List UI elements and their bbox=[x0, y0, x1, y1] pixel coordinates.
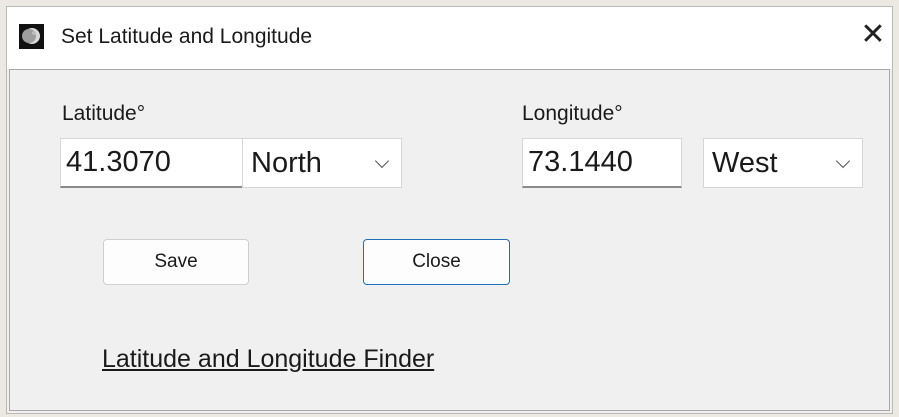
longitude-input[interactable] bbox=[522, 138, 682, 188]
dialog-body: Latitude° North Longitude° West Save Clo… bbox=[9, 69, 890, 411]
window-title: Set Latitude and Longitude bbox=[61, 25, 313, 48]
latitude-input[interactable] bbox=[60, 138, 244, 188]
latitude-hemisphere-value: North bbox=[251, 147, 322, 179]
close-button[interactable]: Close bbox=[363, 239, 510, 285]
moon-icon bbox=[19, 24, 44, 49]
dialog-window: Set Latitude and Longitude ✕ Latitude° N… bbox=[6, 6, 893, 414]
longitude-label: Longitude° bbox=[522, 102, 623, 125]
save-button[interactable]: Save bbox=[103, 239, 249, 285]
chevron-down-icon bbox=[374, 153, 390, 169]
chevron-down-icon bbox=[835, 153, 851, 169]
title-bar: Set Latitude and Longitude ✕ bbox=[7, 7, 892, 69]
latitude-hemisphere-select[interactable]: North bbox=[242, 138, 402, 188]
close-window-button[interactable]: ✕ bbox=[858, 17, 888, 53]
longitude-hemisphere-value: West bbox=[712, 147, 778, 179]
latitude-label: Latitude° bbox=[62, 102, 146, 125]
lat-long-finder-link[interactable]: Latitude and Longitude Finder bbox=[102, 345, 434, 374]
longitude-hemisphere-select[interactable]: West bbox=[703, 138, 863, 188]
